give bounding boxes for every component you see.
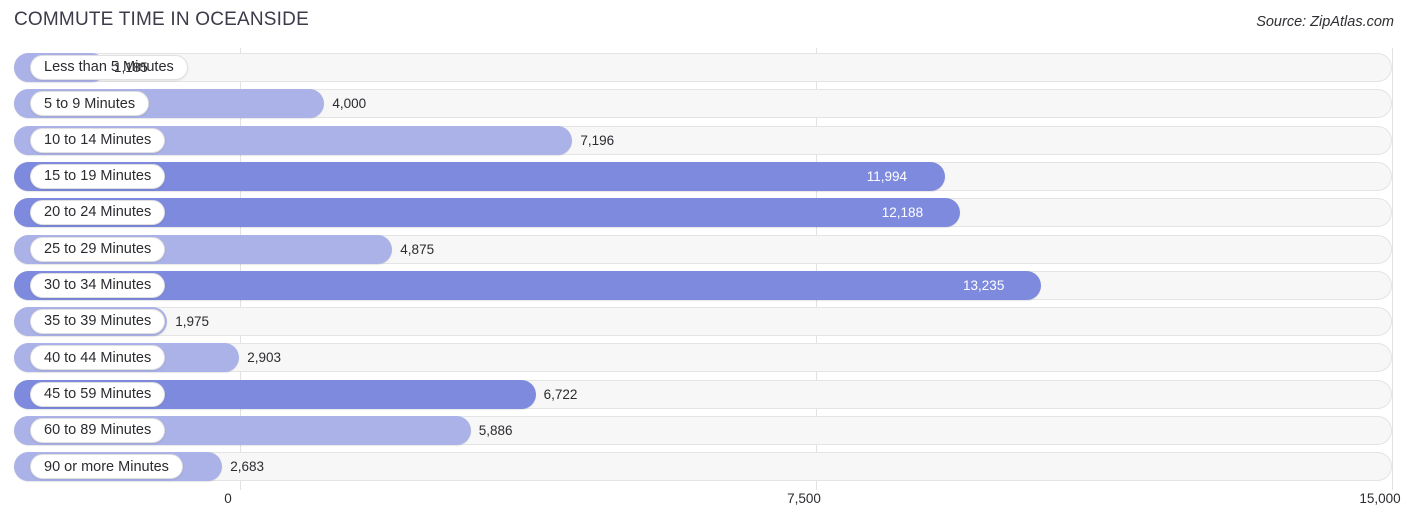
value-label: 1,185 xyxy=(113,60,148,75)
value-label: 12,188 xyxy=(881,205,924,221)
category-label-capsule: 60 to 89 Minutes xyxy=(30,418,166,443)
x-axis: 0 7,500 15,000 xyxy=(0,488,1406,522)
bar-track xyxy=(14,307,1392,337)
bar-row[interactable]: 15 to 19 Minutes 11,994 xyxy=(0,161,1406,192)
value-bar[interactable] xyxy=(14,270,1042,300)
category-label: 60 to 89 Minutes xyxy=(44,422,152,439)
value-label: 11,994 xyxy=(866,168,908,184)
bar-row[interactable]: 60 to 89 Minutes 5,886 xyxy=(0,416,1406,446)
value-label: 13,235 xyxy=(963,277,1005,293)
bar-row[interactable]: 40 to 44 Minutes 2,903 xyxy=(0,343,1406,373)
category-label-capsule: 5 to 9 Minutes xyxy=(30,91,150,117)
category-label-capsule: 15 to 19 Minutes xyxy=(30,163,166,189)
category-label: Less than 5 Minutes xyxy=(44,59,174,76)
chart-header: COMMUTE TIME IN OCEANSIDE Source: ZipAtl… xyxy=(0,0,1406,40)
bar-row[interactable]: 30 to 34 Minutes 13,235 xyxy=(0,270,1406,301)
category-label: 40 to 44 Minutes xyxy=(44,349,152,366)
bar-row[interactable]: 5 to 9 Minutes 4,000 xyxy=(0,89,1406,119)
bar-rows: Less than 5 Minutes 1,185 5 to 9 Minutes 4,… xyxy=(0,48,1406,490)
category-label: 30 to 34 Minutes xyxy=(44,277,152,294)
bar-track xyxy=(14,53,1392,82)
bar-row[interactable]: 35 to 39 Minutes 1,975 xyxy=(0,307,1406,337)
category-label-capsule: 30 to 34 Minutes xyxy=(30,272,166,298)
value-label: 7,196 xyxy=(580,132,615,148)
category-label: 35 to 39 Minutes xyxy=(44,313,152,330)
value-label: 2,903 xyxy=(247,350,282,366)
bar-row[interactable]: 45 to 59 Minutes 6,722 xyxy=(0,379,1406,410)
value-label: 5,886 xyxy=(478,423,513,438)
category-label-capsule: 90 or more Minutes xyxy=(30,454,183,480)
category-label: 5 to 9 Minutes xyxy=(44,95,136,112)
x-axis-tick-label: 15,000 xyxy=(1359,491,1401,506)
category-label-capsule: 40 to 44 Minutes xyxy=(30,345,166,371)
source-attribution: Source: ZipAtlas.com xyxy=(1256,14,1394,30)
page-title: COMMUTE TIME IN OCEANSIDE xyxy=(14,9,309,30)
category-label-capsule: 25 to 29 Minutes xyxy=(30,236,166,262)
category-label: 15 to 19 Minutes xyxy=(44,168,152,185)
bar-row[interactable]: 10 to 14 Minutes 7,196 xyxy=(0,125,1406,156)
value-label: 2,683 xyxy=(230,459,264,475)
value-label: 1,975 xyxy=(175,314,210,330)
value-label: 6,722 xyxy=(543,386,578,402)
category-label: 90 or more Minutes xyxy=(44,458,169,475)
chart-container: COMMUTE TIME IN OCEANSIDE Source: ZipAtl… xyxy=(0,0,1406,522)
value-label: 4,875 xyxy=(400,241,435,257)
category-label: 10 to 14 Minutes xyxy=(44,131,152,148)
category-label-capsule: Less than 5 Minutes xyxy=(30,55,188,80)
bar-row[interactable]: Less than 5 Minutes 1,185 xyxy=(0,53,1406,83)
x-axis-tick-label: 0 xyxy=(224,491,232,506)
plot-area: Less than 5 Minutes 1,185 5 to 9 Minutes 4,… xyxy=(0,48,1406,490)
category-label: 20 to 24 Minutes xyxy=(44,204,152,221)
bar-row[interactable]: 20 to 24 Minutes 12,188 xyxy=(0,198,1406,228)
bar-row[interactable]: 25 to 29 Minutes 4,875 xyxy=(0,234,1406,265)
category-label: 25 to 29 Minutes xyxy=(44,240,152,257)
category-label-capsule: 35 to 39 Minutes xyxy=(30,309,166,335)
category-label-capsule: 45 to 59 Minutes xyxy=(30,381,166,407)
value-label: 4,000 xyxy=(332,96,367,112)
category-label-capsule: 10 to 14 Minutes xyxy=(30,127,166,153)
bar-row[interactable]: 90 or more Minutes 2,683 xyxy=(0,452,1406,482)
category-label-capsule: 20 to 24 Minutes xyxy=(30,200,166,226)
category-label: 45 to 59 Minutes xyxy=(44,385,152,402)
x-axis-tick-label: 7,500 xyxy=(787,491,821,506)
